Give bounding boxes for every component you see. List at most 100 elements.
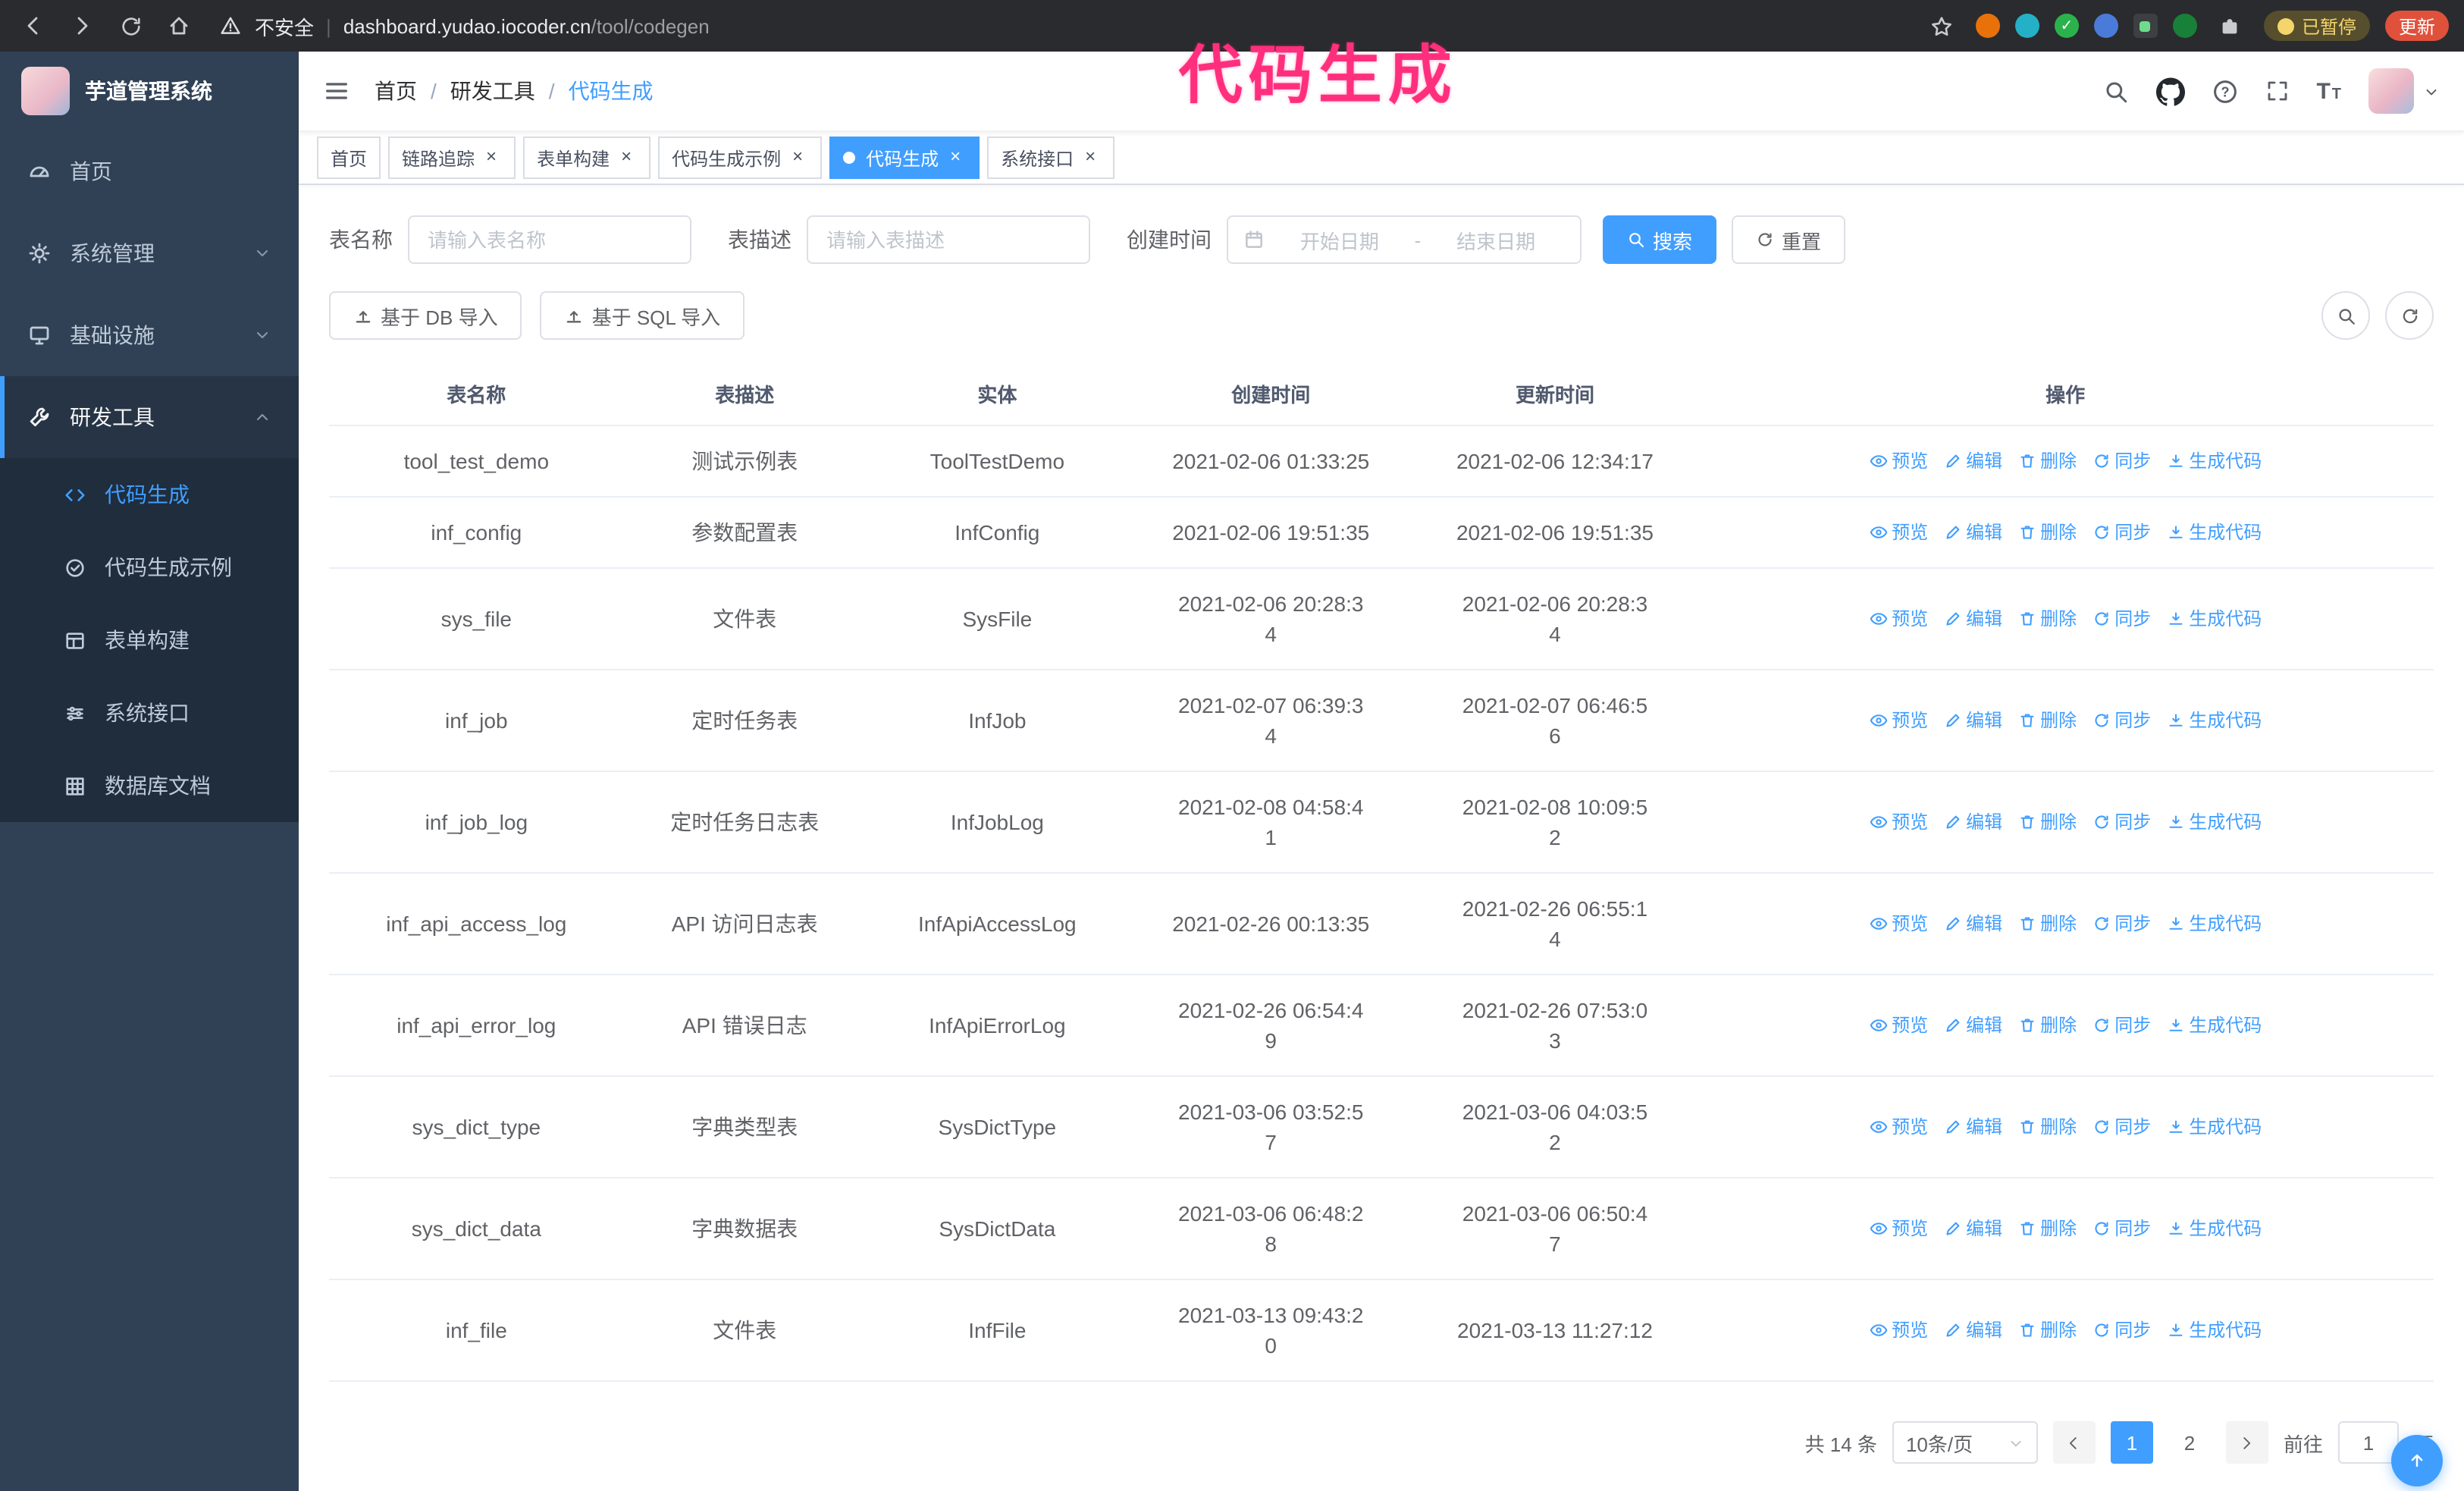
- sidebar-item-db-doc[interactable]: 数据库文档: [0, 749, 299, 822]
- address-bar[interactable]: 不安全 | dashboard.yudao.iocoder.cn/tool/co…: [218, 8, 710, 44]
- tab-codegen-example[interactable]: 代码生成示例 ×: [658, 137, 823, 179]
- row-action-preview-link[interactable]: 预览: [1869, 807, 1928, 837]
- row-action-sync-link[interactable]: 同步: [2092, 909, 2151, 939]
- row-action-delete-link[interactable]: 删除: [2017, 807, 2077, 837]
- row-action-edit-link[interactable]: 编辑: [1943, 1112, 2002, 1142]
- row-action-edit-link[interactable]: 编辑: [1943, 909, 2002, 939]
- row-action-generate-code-link[interactable]: 生成代码: [2166, 604, 2262, 634]
- row-action-delete-link[interactable]: 删除: [2017, 517, 2077, 548]
- row-action-preview-link[interactable]: 预览: [1869, 1315, 1928, 1345]
- close-icon[interactable]: ×: [787, 146, 808, 168]
- floating-action-button[interactable]: [2391, 1435, 2443, 1486]
- row-action-sync-link[interactable]: 同步: [2092, 1315, 2151, 1345]
- fullscreen-icon[interactable]: [2265, 79, 2289, 103]
- paused-badge[interactable]: 已暂停: [2263, 11, 2370, 41]
- user-menu[interactable]: [2368, 68, 2440, 114]
- browser-forward-button[interactable]: [64, 8, 100, 44]
- row-action-edit-link[interactable]: 编辑: [1943, 604, 2002, 634]
- create-time-range-picker[interactable]: 开始日期 - 结束日期: [1227, 215, 1582, 264]
- sidebar-item-system[interactable]: 系统管理: [0, 212, 299, 294]
- row-action-generate-code-link[interactable]: 生成代码: [2166, 1213, 2262, 1244]
- close-icon[interactable]: ×: [616, 146, 637, 168]
- font-size-icon[interactable]: TT: [2316, 78, 2341, 104]
- reset-button[interactable]: 重置: [1732, 215, 1846, 264]
- row-action-preview-link[interactable]: 预览: [1869, 1112, 1928, 1142]
- row-action-preview-link[interactable]: 预览: [1869, 446, 1928, 476]
- row-action-delete-link[interactable]: 删除: [2017, 1315, 2077, 1345]
- sidebar-item-home[interactable]: 首页: [0, 130, 299, 212]
- import-sql-button[interactable]: 基于 SQL 导入: [540, 291, 745, 340]
- extension-icon-dark[interactable]: [2133, 14, 2158, 38]
- sidebar-item-system-api[interactable]: 系统接口: [0, 676, 299, 749]
- row-action-generate-code-link[interactable]: 生成代码: [2166, 705, 2262, 736]
- page-button-2[interactable]: 2: [2168, 1421, 2211, 1464]
- row-action-preview-link[interactable]: 预览: [1869, 517, 1928, 548]
- row-action-edit-link[interactable]: 编辑: [1943, 705, 2002, 736]
- import-db-button[interactable]: 基于 DB 导入: [329, 291, 522, 340]
- tab-home[interactable]: 首页: [317, 137, 381, 179]
- breadcrumb-home[interactable]: 首页: [375, 76, 417, 106]
- row-action-sync-link[interactable]: 同步: [2092, 1010, 2151, 1041]
- close-icon[interactable]: ×: [1080, 146, 1101, 168]
- github-icon[interactable]: [2155, 77, 2185, 105]
- row-action-generate-code-link[interactable]: 生成代码: [2166, 446, 2262, 476]
- tab-codegen[interactable]: 代码生成 ×: [829, 137, 980, 179]
- row-action-edit-link[interactable]: 编辑: [1943, 1010, 2002, 1041]
- close-icon[interactable]: ×: [945, 146, 966, 168]
- row-action-preview-link[interactable]: 预览: [1869, 909, 1928, 939]
- row-action-delete-link[interactable]: 删除: [2017, 1213, 2077, 1244]
- next-page-button[interactable]: [2225, 1421, 2268, 1464]
- extension-icon-teal[interactable]: [2014, 14, 2039, 38]
- row-action-delete-link[interactable]: 删除: [2017, 705, 2077, 736]
- row-action-edit-link[interactable]: 编辑: [1943, 1315, 2002, 1345]
- refresh-table-button[interactable]: [2385, 291, 2434, 340]
- row-action-edit-link[interactable]: 编辑: [1943, 1213, 2002, 1244]
- sidebar-item-devtools[interactable]: 研发工具: [0, 376, 299, 458]
- toggle-search-button[interactable]: [2321, 291, 2370, 340]
- row-action-preview-link[interactable]: 预览: [1869, 1010, 1928, 1041]
- goto-page-input[interactable]: [2337, 1421, 2399, 1464]
- update-button[interactable]: 更新: [2384, 11, 2449, 41]
- sidebar-item-codegen[interactable]: 代码生成: [0, 458, 299, 531]
- row-action-sync-link[interactable]: 同步: [2092, 446, 2151, 476]
- tab-system-api[interactable]: 系统接口 ×: [987, 137, 1115, 179]
- row-action-sync-link[interactable]: 同步: [2092, 807, 2151, 837]
- row-action-delete-link[interactable]: 删除: [2017, 604, 2077, 634]
- extension-icon-blue[interactable]: [2093, 14, 2118, 38]
- app-logo[interactable]: 芋道管理系统: [0, 52, 299, 130]
- row-action-generate-code-link[interactable]: 生成代码: [2166, 1010, 2262, 1041]
- bookmark-star-icon[interactable]: [1924, 8, 1961, 44]
- table-name-input[interactable]: [408, 215, 691, 264]
- page-size-select[interactable]: 10条/页: [1892, 1421, 2038, 1464]
- row-action-generate-code-link[interactable]: 生成代码: [2166, 517, 2262, 548]
- tab-trace[interactable]: 链路追踪 ×: [388, 137, 516, 179]
- prev-page-button[interactable]: [2052, 1421, 2096, 1464]
- extension-icon-orange[interactable]: [1975, 14, 2000, 38]
- row-action-preview-link[interactable]: 预览: [1869, 604, 1928, 634]
- browser-reload-button[interactable]: [112, 8, 149, 44]
- close-icon[interactable]: ×: [481, 146, 502, 168]
- row-action-delete-link[interactable]: 删除: [2017, 446, 2077, 476]
- extensions-puzzle-icon[interactable]: [2212, 8, 2249, 44]
- extension-icon-leaf[interactable]: [2172, 14, 2197, 38]
- table-desc-input[interactable]: [807, 215, 1090, 264]
- search-button[interactable]: 搜索: [1603, 215, 1717, 264]
- row-action-sync-link[interactable]: 同步: [2092, 517, 2151, 548]
- row-action-generate-code-link[interactable]: 生成代码: [2166, 1315, 2262, 1345]
- browser-back-button[interactable]: [15, 8, 52, 44]
- breadcrumb-devtools[interactable]: 研发工具: [450, 76, 535, 106]
- row-action-delete-link[interactable]: 删除: [2017, 1010, 2077, 1041]
- row-action-edit-link[interactable]: 编辑: [1943, 446, 2002, 476]
- row-action-generate-code-link[interactable]: 生成代码: [2166, 807, 2262, 837]
- browser-home-button[interactable]: [161, 8, 197, 44]
- sidebar-item-codegen-example[interactable]: 代码生成示例: [0, 531, 299, 604]
- row-action-sync-link[interactable]: 同步: [2092, 1112, 2151, 1142]
- extension-icon-green-check[interactable]: ✓: [2054, 14, 2079, 38]
- sidebar-collapse-button[interactable]: [323, 77, 350, 105]
- row-action-sync-link[interactable]: 同步: [2092, 604, 2151, 634]
- row-action-delete-link[interactable]: 删除: [2017, 1112, 2077, 1142]
- row-action-preview-link[interactable]: 预览: [1869, 1213, 1928, 1244]
- row-action-preview-link[interactable]: 预览: [1869, 705, 1928, 736]
- row-action-edit-link[interactable]: 编辑: [1943, 517, 2002, 548]
- row-action-generate-code-link[interactable]: 生成代码: [2166, 909, 2262, 939]
